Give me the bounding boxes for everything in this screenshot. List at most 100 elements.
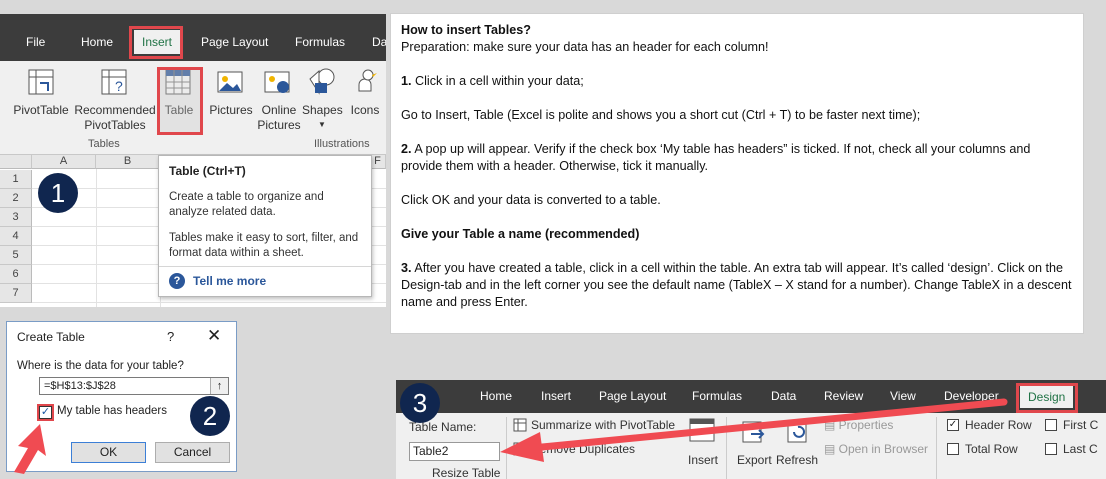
column-header-f[interactable]: F	[370, 155, 386, 169]
tab-formulas[interactable]: Formulas	[295, 35, 345, 49]
table-range-value: =$H$13:$J$28	[44, 380, 116, 392]
tab-file[interactable]: File	[26, 35, 45, 49]
group-label-illustrations: Illustrations	[314, 138, 370, 150]
properties-button[interactable]: ▤ Properties	[824, 418, 893, 432]
pictures-button[interactable]: Pictures	[207, 103, 255, 118]
tooltip-divider	[159, 266, 371, 267]
tell-me-more-link[interactable]: ? Tell me more	[169, 273, 266, 289]
row-header-4[interactable]: 4	[0, 227, 32, 246]
last-column-checkbox[interactable]	[1045, 443, 1057, 455]
icons-button[interactable]: Icons	[347, 103, 383, 118]
highlight-insert-tab	[129, 26, 183, 59]
total-row-checkbox[interactable]	[947, 443, 959, 455]
header-row-checkbox[interactable]: ✓	[947, 419, 959, 431]
gridline	[32, 302, 386, 303]
shapes-button[interactable]: Shapes	[302, 103, 343, 118]
dialog-close-button[interactable]: ✕	[207, 326, 221, 346]
tooltip-title: Table (Ctrl+T)	[169, 164, 246, 178]
step-1-text: Click in a cell within your data;	[411, 74, 584, 88]
instruction-click-ok: Click OK and your data is converted to a…	[401, 193, 661, 207]
row-header-6[interactable]: 6	[0, 265, 32, 284]
row-header-3[interactable]: 3	[0, 208, 32, 227]
table-tooltip: Table (Ctrl+T) Create a table to organiz…	[158, 155, 372, 297]
range-prompt-label: Where is the data for your table?	[17, 360, 184, 372]
refresh-button[interactable]: Refresh	[776, 453, 818, 467]
tooltip-description-2: Tables make it easy to sort, filter, and…	[169, 232, 359, 259]
export-button[interactable]: Export	[737, 453, 772, 467]
column-header-b[interactable]: B	[96, 155, 160, 169]
group-divider	[726, 417, 727, 479]
icons-icon	[358, 69, 377, 92]
select-all-corner[interactable]	[0, 155, 32, 169]
row-header-7[interactable]: 7	[0, 284, 32, 303]
pictures-icon	[217, 71, 243, 93]
group-divider	[936, 417, 937, 479]
row-header-5[interactable]: 5	[0, 246, 32, 265]
tab-developer[interactable]: Developer	[944, 389, 999, 403]
group-divider	[506, 417, 507, 479]
step-3-number: 3.	[401, 261, 412, 275]
online-pictures-icon	[264, 71, 290, 93]
group-label-tables: Tables	[88, 138, 120, 150]
summarize-pivottable-button[interactable]: Summarize with PivotTable	[531, 418, 675, 432]
excel-insert-screenshot: File Home Insert Page Layout Formulas Da…	[0, 14, 386, 307]
remove-duplicates-button[interactable]: Remove Duplicates	[531, 442, 635, 456]
tab-data[interactable]: Da	[372, 35, 386, 49]
tab-home[interactable]: Home	[81, 35, 113, 49]
pointer-arrow-icon	[14, 424, 46, 474]
step-3-text: After you have created a table, click in…	[401, 261, 1072, 309]
step-badge-1: 1	[38, 173, 78, 213]
tab-data[interactable]: Data	[771, 389, 796, 403]
highlight-table-button	[157, 67, 203, 135]
tab-insert[interactable]: Insert	[541, 389, 571, 403]
open-in-browser-button[interactable]: ▤ Open in Browser	[824, 442, 928, 456]
pivottable-icon	[513, 418, 527, 432]
pivottable-icon	[28, 69, 54, 95]
ok-button[interactable]: OK	[71, 442, 146, 463]
step-2-text: A pop up will appear. Verify if the chec…	[401, 142, 1031, 173]
tooltip-description: Create a table to organize and analyze r…	[169, 191, 324, 218]
shapes-dropdown-icon[interactable]: ▼	[317, 117, 327, 132]
collapse-range-button[interactable]: ↑	[210, 378, 228, 394]
dialog-help-button[interactable]: ?	[167, 329, 174, 344]
export-icon	[742, 421, 765, 443]
tab-formulas[interactable]: Formulas	[692, 389, 742, 403]
first-column-label: First C	[1063, 418, 1099, 432]
tab-home[interactable]: Home	[480, 389, 512, 403]
instruction-step-1: 1. Click in a cell within your data;	[401, 73, 1073, 90]
tab-view[interactable]: View	[890, 389, 916, 403]
open-in-browser-label: Open in Browser	[838, 442, 929, 456]
tab-page-layout[interactable]: Page Layout	[201, 35, 268, 49]
table-range-input[interactable]: =$H$13:$J$28 ↑	[39, 377, 229, 395]
refresh-icon	[787, 421, 807, 443]
pivottable-button[interactable]: PivotTable	[11, 103, 71, 118]
help-icon: ?	[169, 273, 185, 289]
svg-text:?: ?	[115, 78, 123, 94]
instructions-heading: How to insert Tables?	[401, 23, 531, 37]
insert-slicer-button[interactable]: Insert	[688, 453, 718, 467]
table-name-input[interactable]: Table2	[409, 442, 500, 461]
instructions-preparation: Preparation: make sure your data has an …	[401, 40, 769, 54]
excel-design-screenshot: le Home Insert Page Layout Formulas Data…	[396, 380, 1106, 479]
recommended-pivottables-icon: ?	[101, 69, 127, 95]
header-row-label: Header Row	[965, 418, 1032, 432]
online-pictures-button[interactable]: Online Pictures	[257, 103, 301, 133]
recommended-pivottables-button[interactable]: Recommended PivotTables	[72, 103, 158, 133]
insert-slicer-icon	[689, 418, 715, 442]
total-row-label: Total Row	[965, 442, 1018, 456]
tab-page-layout[interactable]: Page Layout	[599, 389, 666, 403]
column-header-a[interactable]: A	[32, 155, 96, 169]
cancel-button[interactable]: Cancel	[155, 442, 230, 463]
instructions-panel: How to insert Tables? Preparation: make …	[390, 13, 1084, 334]
insert-ribbon: PivotTable ? Recommended PivotTables Tab…	[0, 61, 386, 155]
headers-checkbox-label[interactable]: My table has headers	[57, 405, 167, 417]
tab-review[interactable]: Review	[824, 389, 863, 403]
step-1-number: 1.	[401, 74, 412, 88]
highlight-design-tab	[1016, 383, 1078, 413]
row-header-1[interactable]: 1	[0, 170, 32, 189]
resize-table-button[interactable]: Resize Table	[432, 466, 500, 479]
last-column-label: Last C	[1063, 442, 1098, 456]
remove-duplicates-icon	[513, 442, 527, 456]
row-header-2[interactable]: 2	[0, 189, 32, 208]
first-column-checkbox[interactable]	[1045, 419, 1057, 431]
